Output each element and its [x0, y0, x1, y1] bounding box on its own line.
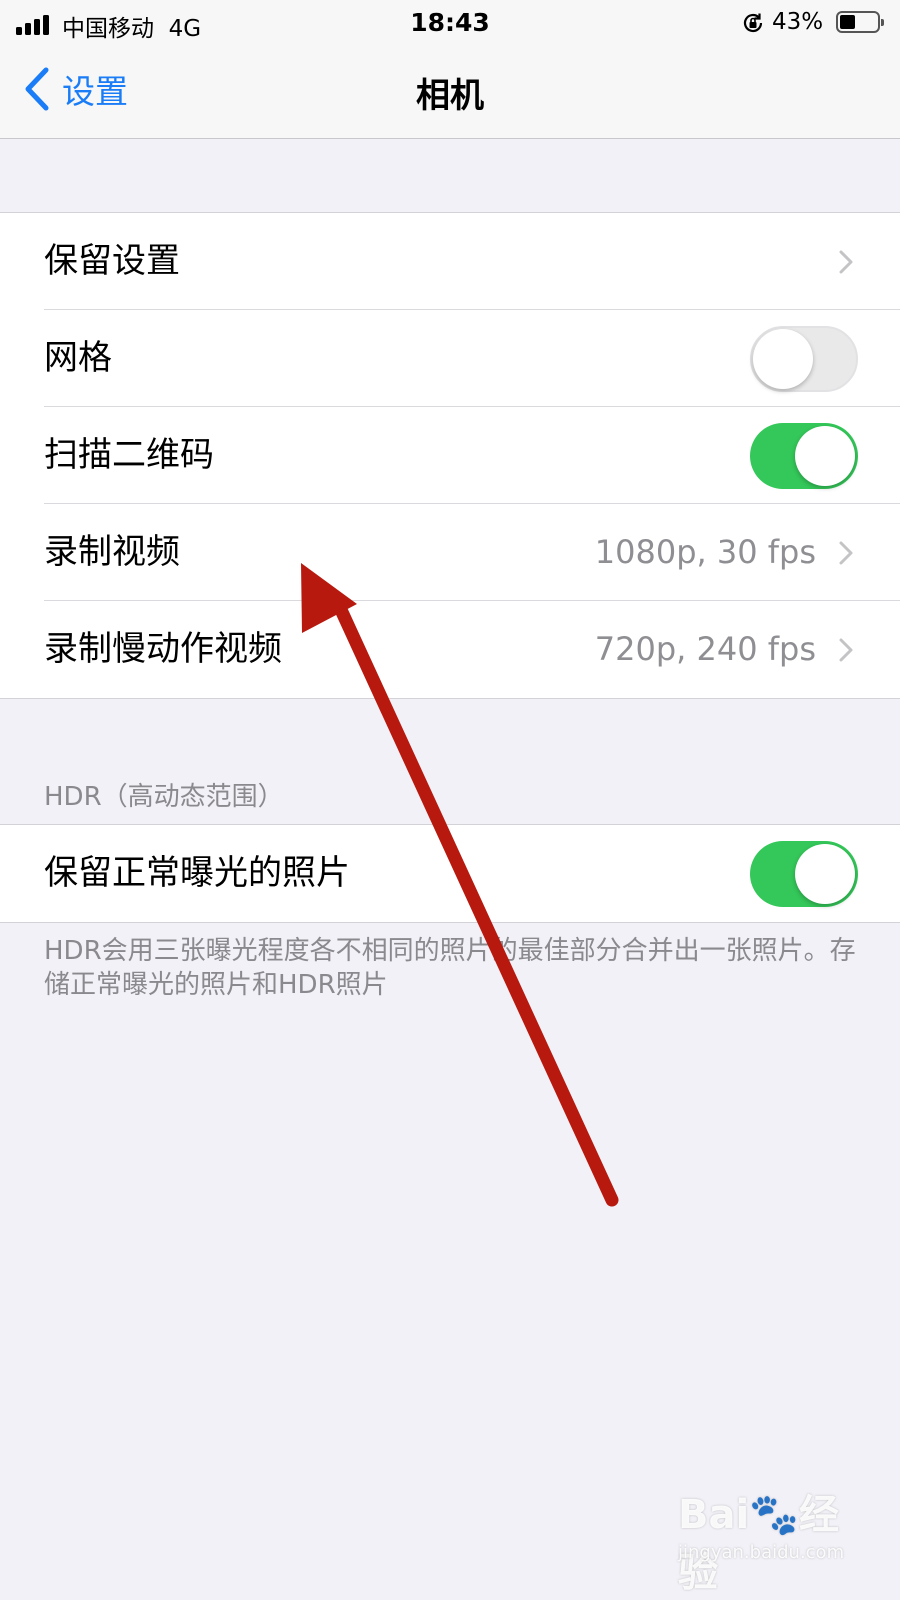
row-value: 1080p, 30 fps — [594, 533, 816, 571]
toggle-knob — [753, 329, 813, 389]
row-value: 720p, 240 fps — [594, 630, 816, 668]
keep-normal-photo-toggle[interactable] — [750, 841, 858, 907]
row-label: 扫描二维码 — [44, 435, 214, 475]
section-footer-hdr: HDR会用三张曝光程度各不相同的照片的最佳部分合并出一张照片。存储正常曝光的照片… — [44, 936, 856, 1000]
settings-row-record-slo-mo[interactable]: 录制慢动作视频 720p, 240 fps — [0, 601, 900, 698]
scan-qr-toggle[interactable] — [750, 423, 858, 489]
chevron-right-icon — [839, 250, 853, 274]
settings-row-scan-qr-code: 扫描二维码 — [0, 407, 900, 504]
page-title: 相机 — [416, 76, 484, 116]
battery-fill — [840, 15, 855, 29]
grid-toggle[interactable] — [750, 326, 858, 392]
settings-row-grid: 网格 — [0, 310, 900, 407]
row-label: 录制慢动作视频 — [44, 629, 282, 669]
orientation-lock-icon — [743, 13, 763, 33]
battery-icon — [836, 11, 884, 33]
battery-percent: 43% — [772, 9, 824, 35]
status-time: 18:43 — [410, 8, 490, 37]
row-label: 保留设置 — [44, 241, 180, 281]
section-header-hdr: HDR（高动态范围） — [44, 782, 284, 812]
chevron-right-icon — [839, 541, 853, 565]
toggle-knob — [795, 844, 855, 904]
row-label: 保留正常曝光的照片 — [44, 853, 350, 893]
hdr-settings-group: 保留正常曝光的照片 — [0, 824, 900, 923]
watermark-logo: Bai🐾经验 — [678, 1492, 839, 1596]
settings-row-keep-normal-photo: 保留正常曝光的照片 — [0, 825, 900, 922]
settings-row-record-video[interactable]: 录制视频 1080p, 30 fps — [0, 504, 900, 601]
settings-row-preserve-settings[interactable]: 保留设置 — [0, 213, 900, 310]
status-bar: 中国移动 4G 18:43 43% — [0, 0, 900, 46]
camera-settings-group: 保留设置 网格 扫描二维码 录制视频 1080p, 30 fps 录制慢动作视频… — [0, 212, 900, 699]
row-label: 网格 — [44, 338, 112, 378]
chevron-right-icon — [839, 638, 853, 662]
watermark: Bai🐾经验 jingyan.baidu.com — [678, 1472, 878, 1596]
watermark-url: jingyan.baidu.com — [678, 1542, 845, 1563]
navigation-bar: 设置 相机 — [0, 46, 900, 139]
row-label: 录制视频 — [44, 532, 180, 572]
toggle-knob — [795, 426, 855, 486]
